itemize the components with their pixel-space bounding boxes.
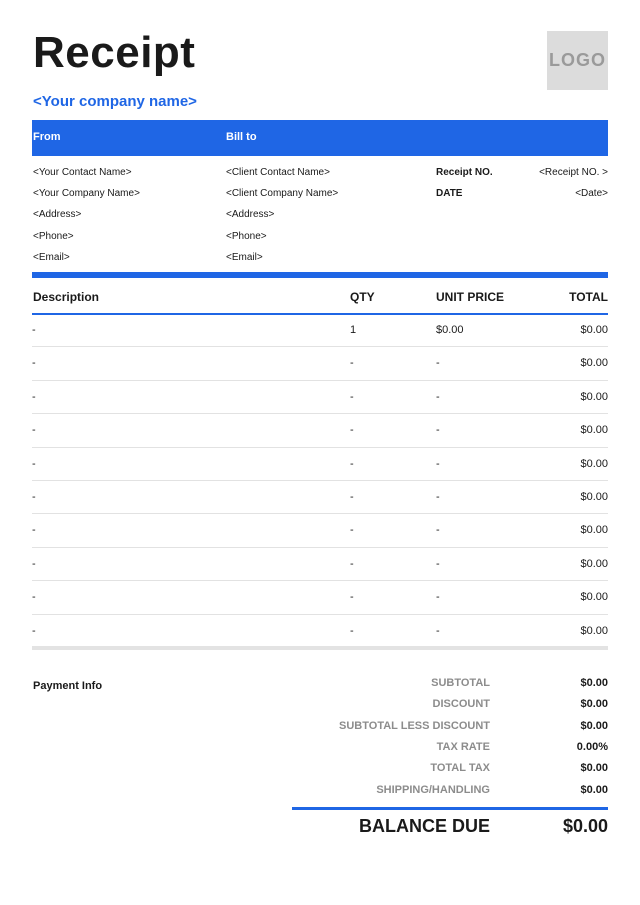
total-tax-value: $0.00: [580, 762, 608, 774]
cell-unit-price: -: [436, 491, 440, 503]
bill-to-contact-name: <Client Contact Name>: [226, 167, 330, 178]
logo-placeholder: LOGO: [547, 31, 608, 90]
from-address: <Address>: [33, 209, 82, 220]
cell-total: $0.00: [580, 524, 608, 537]
cell-description: -: [32, 491, 36, 503]
cell-qty: -: [350, 557, 354, 570]
col-qty: QTY: [350, 290, 375, 304]
table-row: - - - $0.00: [32, 381, 608, 415]
cell-total: $0.00: [580, 591, 608, 604]
table-footer-rule: [32, 646, 608, 650]
from-company-name: <Your Company Name>: [33, 188, 140, 199]
table-row: - - - $0.00: [32, 514, 608, 548]
company-name: <Your company name>: [33, 93, 197, 110]
cell-description: -: [32, 424, 36, 437]
cell-total: $0.00: [580, 357, 608, 370]
receipt-no-value: <Receipt NO. >: [539, 167, 608, 178]
tax-rate-label: TAX RATE: [436, 741, 490, 753]
cell-unit-price: -: [436, 390, 440, 403]
cell-description: -: [32, 324, 36, 336]
table-row: - - - $0.00: [32, 481, 608, 515]
cell-qty: -: [350, 357, 354, 370]
from-email: <Email>: [33, 252, 70, 263]
cell-total: $0.00: [580, 624, 608, 637]
cell-qty: -: [350, 457, 354, 470]
from-contact-name: <Your Contact Name>: [33, 167, 132, 178]
shipping-handling-label: SHIPPING/HANDLING: [376, 784, 490, 796]
cell-description: -: [32, 390, 36, 403]
shipping-handling-value: $0.00: [580, 784, 608, 796]
balance-due-value: $0.00: [562, 816, 608, 836]
cell-qty: -: [350, 390, 354, 403]
payment-info-label: Payment Info: [33, 680, 103, 692]
table-row: - - - $0.00: [32, 548, 608, 582]
page-title: Receipt: [33, 28, 196, 77]
cell-unit-price: -: [436, 357, 440, 370]
col-unit-price: UNIT PRICE: [436, 290, 505, 304]
cell-qty: -: [350, 524, 354, 537]
cell-total: $0.00: [580, 424, 608, 437]
balance-due-label: BALANCE DUE: [358, 816, 490, 836]
section-divider: [32, 272, 608, 278]
cell-qty: -: [350, 424, 354, 437]
bill-to-email: <Email>: [226, 252, 263, 263]
table-row: - - - $0.00: [32, 347, 608, 381]
cell-qty: 1: [350, 324, 357, 336]
cell-unit-price: $0.00: [436, 324, 464, 336]
bill-to-company-name: <Client Company Name>: [226, 188, 339, 199]
col-description: Description: [33, 290, 100, 304]
discount-value: $0.00: [580, 698, 608, 710]
bill-to-address: <Address>: [226, 209, 275, 220]
cell-total: $0.00: [580, 324, 608, 336]
table-row: - - - $0.00: [32, 615, 608, 648]
balance-due-rule: [292, 807, 608, 810]
cell-description: -: [32, 624, 36, 637]
subtotal-value: $0.00: [580, 677, 608, 689]
table-row: - - - $0.00: [32, 414, 608, 448]
cell-total: $0.00: [580, 491, 608, 503]
cell-total: $0.00: [580, 457, 608, 470]
table-row: - 1 $0.00 $0.00: [32, 314, 608, 348]
cell-unit-price: -: [436, 591, 440, 604]
cell-description: -: [32, 524, 36, 537]
bill-to-phone: <Phone>: [226, 231, 267, 242]
cell-total: $0.00: [580, 557, 608, 570]
total-tax-label: TOTAL TAX: [430, 762, 490, 774]
table-row: - - - $0.00: [32, 448, 608, 481]
cell-unit-price: -: [436, 424, 440, 437]
cell-unit-price: -: [436, 624, 440, 637]
cell-qty: -: [350, 624, 354, 637]
cell-description: -: [32, 591, 36, 604]
cell-qty: -: [350, 591, 354, 604]
from-phone: <Phone>: [33, 231, 74, 242]
receipt-no-label: Receipt NO.: [436, 167, 493, 178]
col-total: TOTAL: [569, 290, 608, 304]
date-value: <Date>: [575, 188, 608, 199]
discount-label: DISCOUNT: [432, 698, 490, 710]
from-heading: From: [33, 131, 61, 143]
cell-unit-price: -: [436, 557, 440, 570]
cell-unit-price: -: [436, 457, 440, 470]
cell-description: -: [32, 557, 36, 570]
subtotal-less-discount-label: SUBTOTAL LESS DISCOUNT: [339, 720, 490, 732]
tax-rate-value: 0.00%: [576, 741, 608, 753]
cell-unit-price: -: [436, 524, 440, 537]
subtotal-label: SUBTOTAL: [431, 677, 490, 689]
bill-to-heading: Bill to: [226, 131, 257, 143]
cell-description: -: [32, 457, 36, 470]
date-label: DATE: [436, 188, 463, 199]
subtotal-less-discount-value: $0.00: [580, 720, 608, 732]
cell-qty: -: [350, 491, 354, 503]
cell-total: $0.00: [580, 390, 608, 403]
header-bar: From Bill to: [32, 120, 608, 156]
cell-description: -: [32, 357, 36, 370]
table-row: - - - $0.00: [32, 581, 608, 615]
